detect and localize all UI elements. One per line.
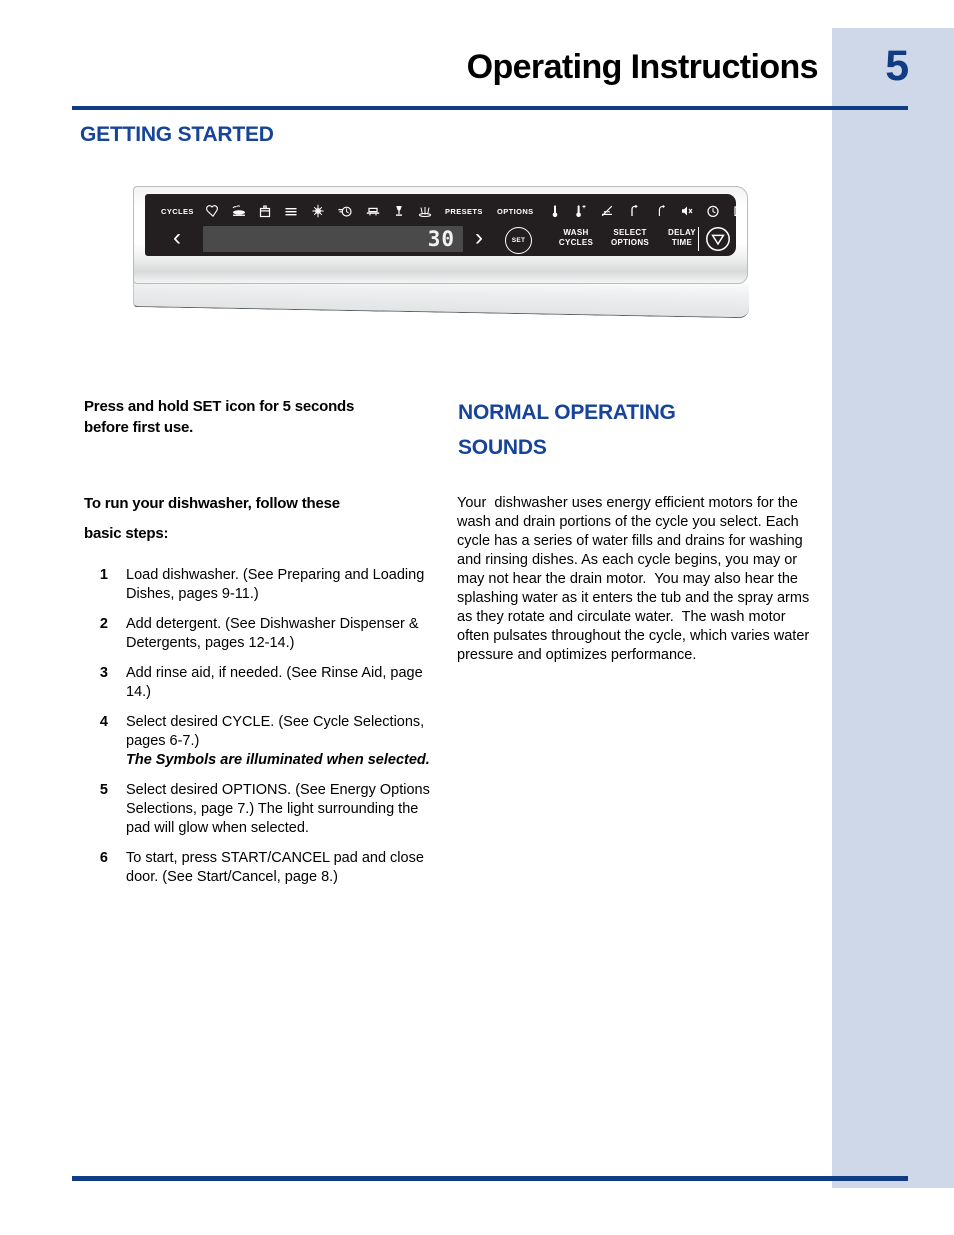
step-text: Select desired CYCLE. (See Cycle Selecti… <box>126 714 425 749</box>
cycles-label: CYCLES <box>161 207 194 216</box>
spray-arm-icon[interactable] <box>417 203 433 219</box>
dishes-icon[interactable] <box>231 203 247 219</box>
pots-pans-icon[interactable] <box>257 203 273 219</box>
step-number: 6 <box>99 850 108 866</box>
start-divider <box>698 227 700 251</box>
start-label: START <box>765 211 793 221</box>
step-text: To start, press START/CANCEL pad and clo… <box>126 850 424 885</box>
sanitize-sparkle-icon[interactable] <box>310 203 326 219</box>
footer-rule <box>72 1176 908 1181</box>
delay-time-line-1: DELAY <box>668 228 696 237</box>
page-number: 5 <box>885 42 909 90</box>
set-icon-instruction: Press and hold SET icon for 5 seconds be… <box>84 396 424 438</box>
panel-face: CYCLES PRESETS OPTIONS CANCEL START ‹ 30… <box>145 194 795 256</box>
display-value: 30 <box>427 227 455 251</box>
select-options-line-1: SELECT <box>613 228 647 237</box>
steps-intro: To run your dishwasher, follow these bas… <box>84 489 434 549</box>
page-side-band <box>832 28 954 1188</box>
thermometer-plus-icon[interactable] <box>572 203 588 219</box>
step-item: 1 Load dishwasher. (See Preparing and Loa… <box>84 566 444 604</box>
panel-control-row: ‹ 30 › SET WASH CYCLES SELECT OPTIONS DE… <box>145 222 736 256</box>
normal-wash-icon[interactable] <box>283 203 299 219</box>
header-rule <box>72 106 908 110</box>
delay-time-button[interactable]: DELAY TIME <box>653 228 711 248</box>
delay-arrow-icon[interactable] <box>626 203 642 219</box>
step-item: 4 Select desired CYCLE. (See Cycle Select… <box>84 713 444 770</box>
presets-label: PRESETS <box>445 207 483 216</box>
panel-icon-row: CYCLES PRESETS OPTIONS CANCEL START <box>145 202 795 222</box>
step-number: 4 <box>99 714 108 730</box>
mute-icon[interactable] <box>679 203 695 219</box>
wash-cycles-line-1: WASH <box>563 228 589 237</box>
step-item: 2 Add detergent. (See Dishwasher Dispense… <box>84 615 444 653</box>
steps-intro-line-1: To run your dishwasher, follow these <box>84 495 340 512</box>
step-item: 3 Add rinse aid, if needed. (See Rinse Ai… <box>84 664 444 702</box>
sounds-heading-line-1: NORMAL OPERATING <box>458 401 676 424</box>
next-arrow-icon[interactable]: › <box>475 225 483 251</box>
getting-started-heading: GETTING STARTED <box>80 123 274 146</box>
step-number: 5 <box>99 782 108 798</box>
tray-icon[interactable] <box>365 203 381 219</box>
delay-time-line-2: TIME <box>671 238 693 247</box>
step-number: 2 <box>99 616 108 632</box>
cancel-label: CANCEL <box>762 202 796 211</box>
lock-icon[interactable] <box>731 203 747 219</box>
options-label: OPTIONS <box>497 207 534 216</box>
step-text: Add rinse aid, if needed. (See Rinse Aid… <box>126 665 423 700</box>
normal-operating-sounds-heading: NORMAL OPERATING SOUNDS <box>458 395 738 465</box>
clock-icon[interactable] <box>705 203 721 219</box>
step-number: 3 <box>99 665 108 681</box>
cancel-start-label[interactable]: CANCEL START <box>762 202 796 221</box>
thermometer-icon[interactable] <box>547 203 563 219</box>
page-title: Operating Instructions <box>466 48 819 86</box>
step-text: Select desired OPTIONS. (See Energy Opti… <box>126 782 430 836</box>
step-text: Load dishwasher. (See Preparing and Load… <box>126 567 425 602</box>
wash-cycles-line-2: CYCLES <box>558 238 594 247</box>
set-icon-instruction-line-2: before first use. <box>84 419 194 436</box>
basic-steps-list: 1 Load dishwasher. (See Preparing and Loa… <box>84 566 444 898</box>
no-heat-dry-icon[interactable] <box>599 203 615 219</box>
step-number: 1 <box>99 567 108 583</box>
sounds-heading-line-2: SOUNDS <box>458 436 547 459</box>
normal-operating-sounds-body: Your dishwasher uses energy efficient mo… <box>457 495 814 663</box>
set-button[interactable]: SET <box>505 227 532 254</box>
previous-arrow-icon[interactable]: ‹ <box>173 225 181 251</box>
steps-intro-line-2: basic steps: <box>84 525 169 542</box>
quick-timer-icon[interactable] <box>337 203 353 219</box>
step-emphasis: The Symbols are illuminated when selecte… <box>126 752 430 768</box>
step-text: Add detergent. (See Dishwasher Dispenser… <box>126 616 419 651</box>
set-icon-instruction-line-1: Press and hold SET icon for 5 seconds <box>84 398 355 415</box>
display-window: 30 <box>203 226 463 252</box>
delay-arrow-alt-icon[interactable] <box>653 203 669 219</box>
step-item: 6 To start, press START/CANCEL pad and cl… <box>84 849 444 887</box>
heart-icon[interactable] <box>205 203 221 219</box>
step-item: 5 Select desired OPTIONS. (See Energy Opt… <box>84 781 444 838</box>
control-panel-illustration: CYCLES PRESETS OPTIONS CANCEL START ‹ 30… <box>133 186 795 319</box>
start-cancel-button[interactable] <box>705 226 731 252</box>
glassware-icon[interactable] <box>391 203 407 219</box>
select-options-line-2: OPTIONS <box>610 238 650 247</box>
